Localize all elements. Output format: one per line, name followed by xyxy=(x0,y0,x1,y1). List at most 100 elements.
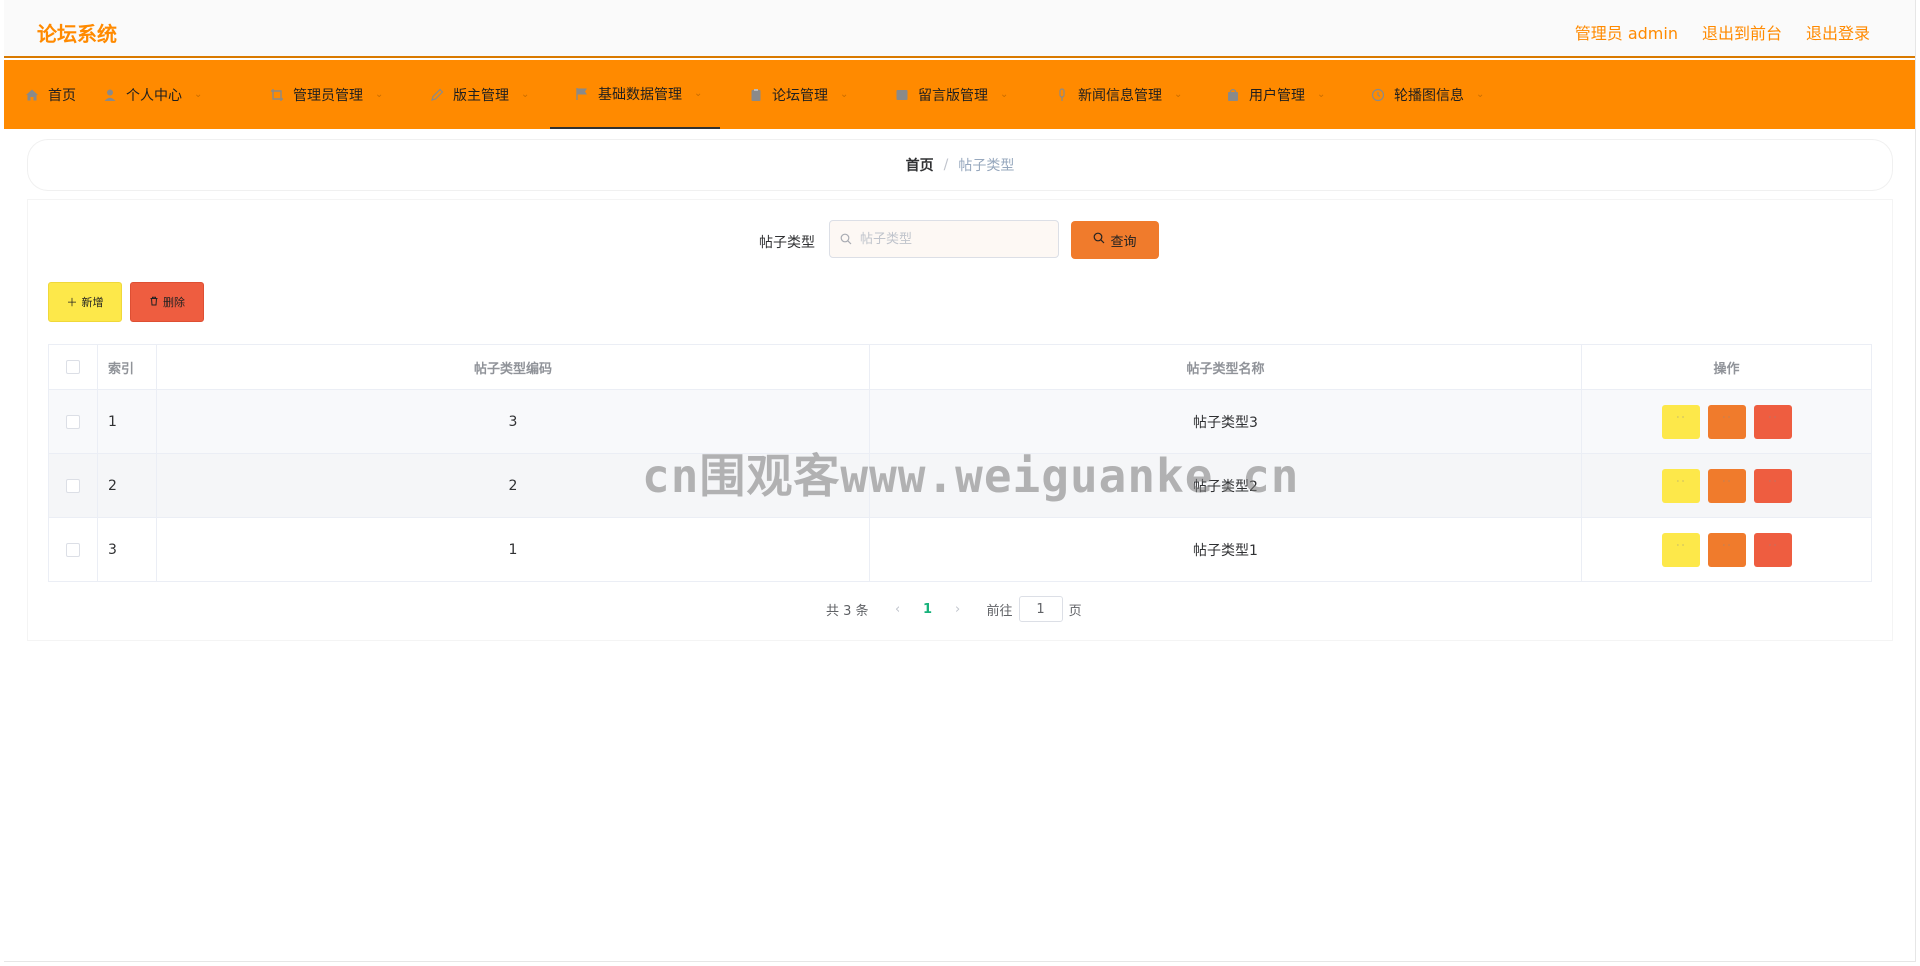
crop-icon xyxy=(269,87,285,103)
row-delete-button[interactable] xyxy=(1753,532,1792,567)
nav-item-home[interactable]: 首页 xyxy=(24,60,76,129)
shopping-bag-icon xyxy=(1225,87,1241,103)
search-input[interactable] xyxy=(858,230,1042,248)
content-panel: 帖子类型 查询 ＋ 新增 删除 xyxy=(28,200,1892,640)
view-button[interactable] xyxy=(1661,468,1700,503)
pagination-total: 共 3 条 xyxy=(826,603,869,619)
chevron-down-icon: ⌄ xyxy=(840,89,849,100)
nav-item-guestbook-manage[interactable]: 留言版管理 ⌄ xyxy=(894,60,1008,129)
page-suffix-label: 页 xyxy=(1068,603,1082,619)
clipboard-icon xyxy=(748,87,764,103)
top-header: 论坛系统 管理员 admin 退出到前台 退出登录 xyxy=(4,0,1915,58)
plus-icon: ＋ xyxy=(66,296,78,309)
select-all-checkbox[interactable] xyxy=(66,360,80,374)
edit-pen-icon xyxy=(429,87,445,103)
nav-item-carousel-info[interactable]: 轮播图信息 ⌄ xyxy=(1370,60,1484,129)
row-actions xyxy=(1581,453,1872,518)
microphone-icon xyxy=(1054,87,1070,103)
pagination: 共 3 条 ‹ 1 › 前往 页 xyxy=(826,594,1082,624)
select-all-cell xyxy=(48,344,98,390)
query-button-label: 查询 xyxy=(1110,234,1137,250)
page-jump-input[interactable] xyxy=(1018,596,1063,622)
view-button[interactable] xyxy=(1661,532,1700,567)
row-code: 1 xyxy=(156,517,870,582)
message-box-icon xyxy=(894,87,910,103)
prev-page-icon[interactable]: ‹ xyxy=(883,602,913,617)
nav-label: 用户管理 xyxy=(1249,87,1305,104)
edit-button[interactable] xyxy=(1707,468,1746,503)
row-name: 帖子类型1 xyxy=(869,517,1582,582)
chevron-down-icon: ⌄ xyxy=(521,89,530,100)
query-button[interactable]: 查询 xyxy=(1071,221,1159,259)
row-actions xyxy=(1581,389,1872,454)
chevron-down-icon: ⌄ xyxy=(1000,89,1009,100)
view-button[interactable] xyxy=(1661,404,1700,439)
nav-item-news-manage[interactable]: 新闻信息管理 ⌄ xyxy=(1054,60,1182,129)
row-index: 1 xyxy=(97,389,157,454)
chevron-down-icon: ⌄ xyxy=(1174,89,1183,100)
breadcrumb: 首页 / 帖子类型 xyxy=(28,140,1892,190)
chevron-down-icon: ⌄ xyxy=(1317,89,1326,100)
row-delete-button[interactable] xyxy=(1753,468,1792,503)
nav-label: 版主管理 xyxy=(453,87,509,104)
exit-to-front-link[interactable]: 退出到前台 xyxy=(1702,20,1782,44)
nav-label: 基础数据管理 xyxy=(598,86,682,103)
search-icon xyxy=(1093,232,1105,248)
nav-label: 首页 xyxy=(48,87,76,104)
search-field[interactable] xyxy=(829,220,1059,258)
brand-title: 论坛系统 xyxy=(37,22,117,46)
nav-item-user-manage[interactable]: 用户管理 ⌄ xyxy=(1225,60,1325,129)
column-header-name: 帖子类型名称 xyxy=(869,344,1582,390)
row-index: 2 xyxy=(97,453,157,518)
flag-icon xyxy=(574,86,590,102)
row-select-cell xyxy=(48,453,98,518)
goto-label: 前往 xyxy=(986,603,1013,619)
row-index: 3 xyxy=(97,517,157,582)
search-label: 帖子类型 xyxy=(759,235,815,251)
row-select-cell xyxy=(48,389,98,454)
add-button-label: 新增 xyxy=(81,296,104,309)
nav-label: 轮播图信息 xyxy=(1394,87,1464,104)
watermark-text: cn围观客www.weiguanke.cn xyxy=(642,449,1300,503)
row-select-cell xyxy=(48,517,98,582)
trash-icon xyxy=(149,296,159,309)
nav-label: 新闻信息管理 xyxy=(1078,87,1162,104)
home-icon xyxy=(24,87,40,103)
next-page-icon[interactable]: › xyxy=(943,602,973,617)
nav-item-forum-manage[interactable]: 论坛管理 ⌄ xyxy=(748,60,848,129)
breadcrumb-separator: / xyxy=(943,157,949,173)
nav-label: 论坛管理 xyxy=(772,87,828,104)
row-delete-button[interactable] xyxy=(1753,404,1792,439)
user-icon xyxy=(102,87,118,103)
nav-label: 留言版管理 xyxy=(918,87,988,104)
chevron-down-icon: ⌄ xyxy=(194,89,203,100)
delete-button[interactable]: 删除 xyxy=(130,282,204,322)
breadcrumb-home[interactable]: 首页 xyxy=(906,155,934,175)
header-links: 管理员 admin 退出到前台 退出登录 xyxy=(1575,20,1870,44)
row-checkbox[interactable] xyxy=(66,414,80,429)
nav-item-admin-manage[interactable]: 管理员管理 ⌄ xyxy=(269,60,383,129)
chevron-down-icon: ⌄ xyxy=(375,89,384,100)
column-header-index: 索引 xyxy=(97,344,157,390)
edit-button[interactable] xyxy=(1707,404,1746,439)
chevron-down-icon: ⌄ xyxy=(1476,89,1485,100)
row-actions xyxy=(1581,517,1872,582)
edit-button[interactable] xyxy=(1707,532,1746,567)
nav-label: 管理员管理 xyxy=(293,87,363,104)
logout-link[interactable]: 退出登录 xyxy=(1806,20,1870,44)
table-header-row: 索引 帖子类型编码 帖子类型名称 操作 xyxy=(48,344,1872,390)
add-button[interactable]: ＋ 新增 xyxy=(48,282,122,322)
nav-item-moderator-manage[interactable]: 版主管理 ⌄ xyxy=(429,60,529,129)
column-header-actions: 操作 xyxy=(1581,344,1872,390)
row-checkbox[interactable] xyxy=(66,478,80,493)
admin-user-link[interactable]: 管理员 admin xyxy=(1575,20,1678,44)
nav-item-profile[interactable]: 个人中心 ⌄ xyxy=(102,60,202,129)
search-form: 帖子类型 查询 xyxy=(28,220,1892,260)
nav-item-base-data[interactable]: 基础数据管理 ⌄ xyxy=(550,60,720,129)
row-checkbox[interactable] xyxy=(66,542,80,557)
column-header-code: 帖子类型编码 xyxy=(156,344,870,390)
nav-label: 个人中心 xyxy=(126,87,182,104)
app-window: 论坛系统 管理员 admin 退出到前台 退出登录 首页 个人中心 ⌄ 管理员管… xyxy=(4,0,1916,962)
page-number-current[interactable]: 1 xyxy=(913,602,943,617)
chevron-down-icon: ⌄ xyxy=(694,88,703,99)
